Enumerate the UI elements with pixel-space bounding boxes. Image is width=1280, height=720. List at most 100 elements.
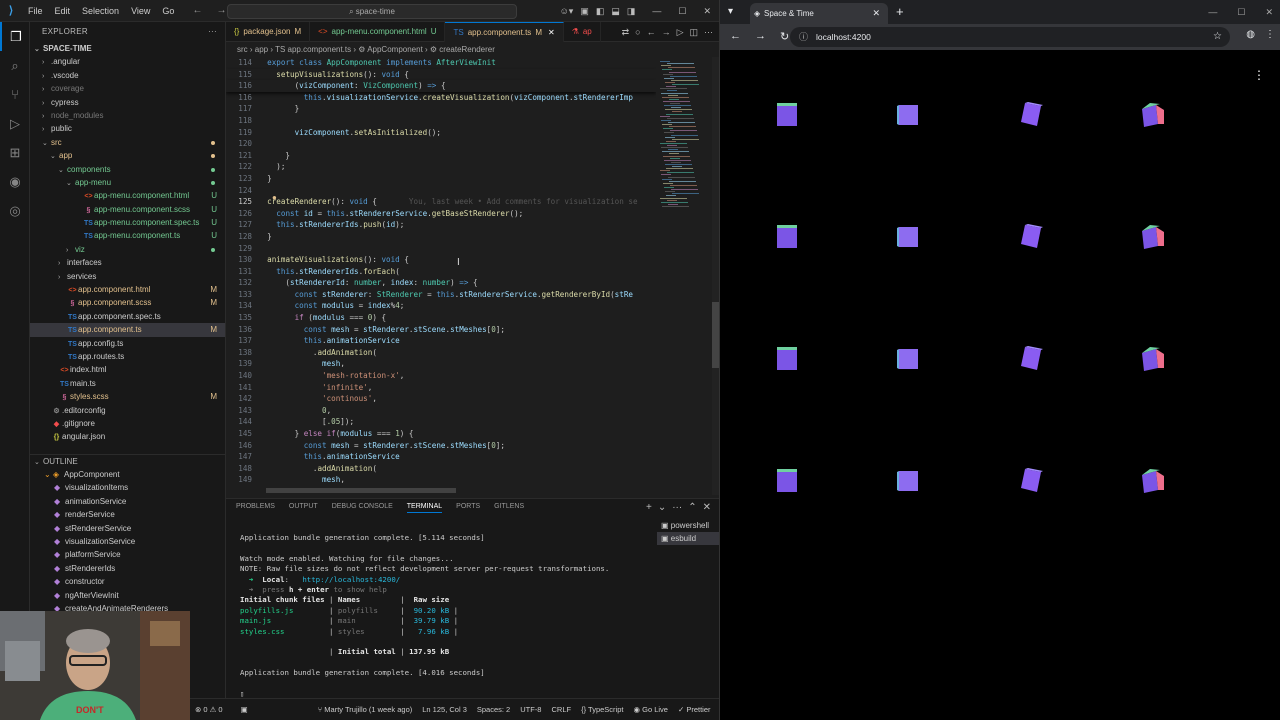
tree-folder[interactable]: › viz — [30, 243, 225, 256]
close-panel-icon[interactable]: ✕ — [703, 502, 711, 513]
editor-tab[interactable]: <> app-menu.component.html U — [310, 22, 446, 42]
tree-file[interactable]: TSapp.component.ts M — [30, 323, 225, 337]
tree-file[interactable]: § app-menu.component.scss U — [30, 203, 225, 216]
split-compare-icon[interactable]: ⇄ — [622, 22, 630, 42]
tree-file[interactable]: TSapp-menu.component.spec.ts U — [30, 216, 225, 229]
tree-file[interactable]: TSmain.ts — [30, 377, 225, 390]
panel-tab-terminal[interactable]: TERMINAL — [406, 503, 443, 513]
outline-header[interactable]: ⌄ OUTLINE — [30, 454, 225, 468]
app-menu-icon[interactable]: ⋮ — [1253, 68, 1265, 82]
panel-tab-gitlens[interactable]: GITLENS — [494, 503, 524, 513]
toggle-sidebar-icon[interactable]: ◧ — [596, 6, 605, 17]
editor-tab[interactable]: TS app.component.ts M ✕ — [445, 22, 564, 42]
project-root[interactable]: ⌄ SPACE-TIME — [30, 42, 225, 55]
tree-file[interactable]: § app.component.scss M — [30, 296, 225, 309]
indentation-status[interactable]: Spaces: 2 — [472, 705, 515, 714]
tree-file[interactable]: <>app.component.html M — [30, 283, 225, 296]
outline-item[interactable]: ◆ stRendererService — [30, 522, 225, 535]
tree-folder[interactable]: › cypress — [30, 96, 225, 109]
outline-item[interactable]: ⌄ ◈ AppComponent — [30, 468, 225, 481]
go-back-icon[interactable]: ← — [647, 22, 656, 42]
code-editor[interactable]: 114 export class AppComponent implements… — [226, 57, 656, 487]
new-terminal-icon[interactable]: + — [646, 502, 652, 513]
minimap[interactable] — [656, 57, 711, 495]
minimize-icon[interactable]: — — [652, 6, 661, 16]
search-icon[interactable]: ⌕ — [0, 51, 30, 80]
split-editor-icon[interactable]: ◫ — [689, 22, 698, 42]
eol-status[interactable]: CRLF — [546, 705, 576, 714]
minimize-icon[interactable]: — — [1208, 3, 1217, 21]
tree-file[interactable]: <>index.html — [30, 363, 225, 376]
outline-item[interactable]: ◆ stRendererIds — [30, 562, 225, 575]
tree-folder[interactable]: ⌄ app — [30, 149, 225, 162]
tree-folder[interactable]: › services — [30, 270, 225, 283]
tree-file[interactable]: § styles.scss M — [30, 390, 225, 403]
close-icon[interactable]: ✕ — [1265, 3, 1273, 21]
outline-item[interactable]: ◆ visualizationService — [30, 535, 225, 548]
problems-status[interactable]: ⊗ 0 ⚠ 0 — [190, 705, 228, 714]
site-info-icon[interactable]: ⓘ — [799, 27, 808, 47]
bookmark-star-icon[interactable]: ☆ — [1213, 27, 1222, 47]
prettier-status[interactable]: ✓ Prettier — [673, 705, 716, 714]
copilot-icon[interactable]: ☺▾ — [560, 6, 574, 17]
toggle-secondary-icon[interactable]: ◨ — [627, 6, 636, 17]
close-tab-icon[interactable]: ✕ — [548, 28, 555, 37]
tree-folder[interactable]: ⌄ components — [30, 163, 225, 176]
tree-file[interactable]: ◆ .gitignore — [30, 417, 225, 430]
breadcrumb[interactable]: src › app › TS app.component.ts › ⚙ AppC… — [226, 43, 495, 57]
horizontal-scrollbar[interactable] — [266, 488, 456, 493]
outline-item[interactable]: ◆ animationService — [30, 495, 225, 508]
tree-folder[interactable]: › coverage — [30, 82, 225, 95]
tree-file[interactable]: TSapp.component.spec.ts — [30, 310, 225, 323]
new-tab-icon[interactable]: + — [896, 3, 904, 21]
tree-file[interactable]: <>app-menu.component.html U — [30, 189, 225, 202]
outline-item[interactable]: ◆ constructor — [30, 575, 225, 588]
browser-menu-icon[interactable]: ⋮ — [1265, 29, 1275, 40]
outline-item[interactable]: ◆ renderService — [30, 508, 225, 521]
reload-icon[interactable]: ↻ — [780, 30, 789, 43]
encoding-status[interactable]: UTF-8 — [515, 705, 546, 714]
gitlens-icon[interactable]: ◎ — [0, 196, 30, 225]
forward-icon[interactable]: → — [216, 5, 226, 16]
close-tab-icon[interactable]: ✕ — [872, 3, 880, 24]
toggle-panel-icon[interactable]: ⬓ — [611, 6, 620, 17]
tree-file[interactable]: TSapp.routes.ts — [30, 350, 225, 363]
remote-icon[interactable]: ◉ — [0, 167, 30, 196]
tree-folder[interactable]: › node_modules — [30, 109, 225, 122]
panel-tab-ports[interactable]: PORTS — [456, 503, 480, 513]
editor-scrollbar[interactable] — [712, 57, 719, 495]
address-bar[interactable]: ⓘ localhost:4200 ☆ — [790, 27, 1230, 47]
lightbulb-icon[interactable]: ● — [272, 193, 277, 202]
tree-folder[interactable]: › .vscode — [30, 69, 225, 82]
terminal-output[interactable]: Application bundle generation complete. … — [240, 533, 655, 699]
go-forward-icon[interactable]: → — [662, 22, 671, 42]
editor-tab[interactable]: {} package.json M — [226, 22, 311, 42]
tree-folder[interactable]: ⌄ app-menu — [30, 176, 225, 189]
terminal-instance[interactable]: ▣ esbuild — [657, 532, 719, 545]
panel-tab-debug-console[interactable]: DEBUG CONSOLE — [332, 503, 393, 513]
maximize-icon[interactable]: ☐ — [1237, 3, 1245, 21]
panel-tab-output[interactable]: OUTPUT — [289, 503, 318, 513]
outline-item[interactable]: ◆ platformService — [30, 548, 225, 561]
forward-icon[interactable]: → — [755, 30, 766, 43]
editor-tab[interactable]: ⚗ ap — [564, 22, 601, 42]
explorer-icon[interactable]: ❐ — [0, 22, 30, 51]
maximize-icon[interactable]: ☐ — [678, 6, 686, 17]
language-status[interactable]: {} TypeScript — [576, 705, 628, 714]
browser-tab[interactable]: ◈ Space & Time ✕ — [750, 3, 888, 24]
run-debug-icon[interactable]: ▷ — [0, 109, 30, 138]
back-icon[interactable]: ← — [192, 5, 202, 16]
tree-folder[interactable]: › interfaces — [30, 256, 225, 269]
tree-file[interactable]: TSapp.config.ts — [30, 337, 225, 350]
tree-folder[interactable]: ⌄ src — [30, 136, 225, 149]
outline-item[interactable]: ◆ ngAfterViewInit — [30, 589, 225, 602]
tree-folder[interactable]: › public — [30, 122, 225, 135]
git-blame-status[interactable]: ⑂ Marty Trujillo (1 week ago) — [313, 705, 418, 714]
terminal-instance[interactable]: ▣ powershell — [657, 519, 719, 532]
menu-item-view[interactable]: View — [125, 6, 156, 16]
scrollbar-thumb[interactable] — [712, 302, 719, 368]
tree-file[interactable]: ⚙ .editorconfig — [30, 404, 225, 417]
open-changes-icon[interactable]: ○ — [635, 22, 640, 42]
menu-item-file[interactable]: File — [22, 6, 49, 16]
more-icon[interactable]: ··· — [672, 502, 682, 513]
